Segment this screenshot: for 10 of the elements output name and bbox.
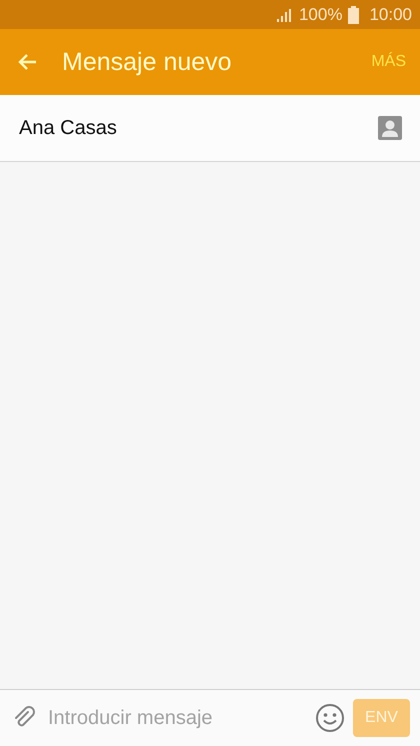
signal-icon (276, 8, 293, 22)
battery-icon (348, 6, 360, 24)
more-button[interactable]: MÁS (371, 53, 406, 71)
clock: 10:00 (369, 4, 412, 24)
battery-level: 100% (298, 4, 342, 24)
screen-title: Mensaje nuevo (62, 48, 233, 76)
message-field[interactable]: Introducir mensaje (46, 706, 307, 730)
recipient-name: Ana Casas (19, 116, 118, 140)
smiley-icon[interactable] (315, 703, 345, 733)
contact-icon[interactable] (378, 116, 402, 140)
